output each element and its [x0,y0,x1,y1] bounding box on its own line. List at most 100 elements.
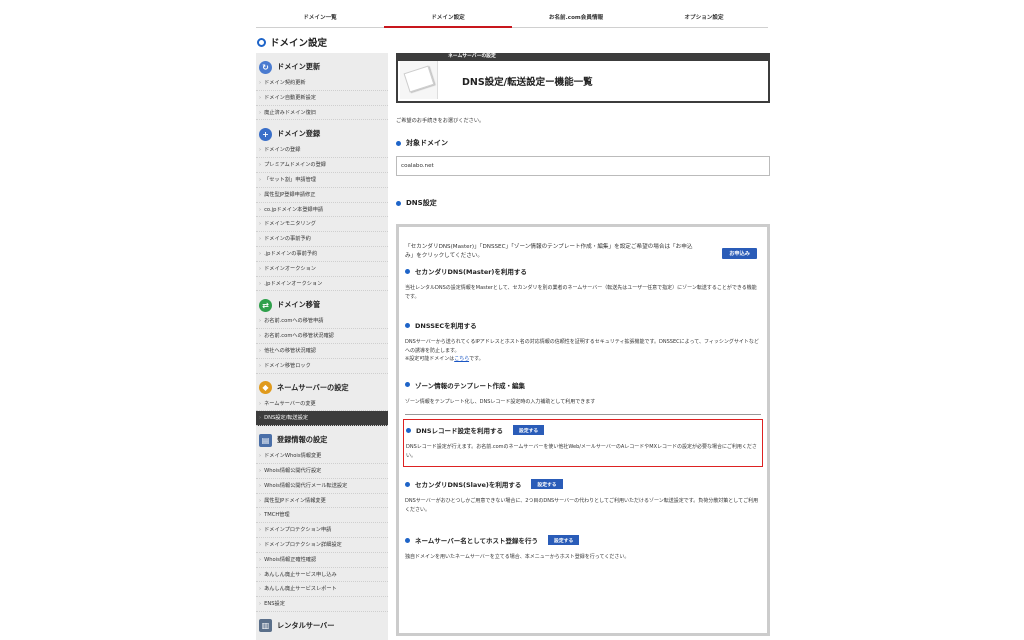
sidebar-heading-registration-info: ▤ 登録情報の設定 [256,426,388,448]
sidebar-item[interactable]: ドメインの登録 [256,143,388,159]
refresh-icon: ↻ [259,60,272,74]
sidebar-item[interactable]: 他社への移管状況確認 [256,344,388,359]
page-title-text: ドメイン設定 [270,38,328,49]
option-description: DNSサーバーから送られてくるIPアドレスとホスト名の対応情報の信頼性を証明する… [405,339,759,354]
transfer-icon: ⇄ [259,298,272,312]
dnssec-domains-link[interactable]: こちら [454,356,469,362]
option-description: ゾーン情報をテンプレート化し、DNSレコード設定時の入力補助として利用できます [405,398,596,405]
plus-icon: + [259,127,272,141]
document-icon [403,65,435,93]
option-description: DNSサーバーがおひとつしかご用意できない場合に、2つ目のDNSサーバーの代わり… [405,498,759,513]
bullet-icon [405,268,410,274]
sidebar-item[interactable]: ドメイン自動更新設定 [256,91,388,106]
sidebar-item[interactable]: Whois情報公開代行設定 [256,464,388,479]
sidebar-item[interactable]: お名前.comへの移管申請 [256,314,388,330]
sidebar-item[interactable]: TMCH管理 [256,508,388,524]
option-description: DNSレコード設定が行えます。お名前.comのネームサーバーを使い他社Web/メ… [406,444,757,459]
sidebar-item[interactable]: ドメインプロテクション詳細設定 [256,538,388,553]
header-title: DNS設定/転送設定ー機能一覧 [462,77,593,88]
dns-record-set-button[interactable]: 設定する [513,425,545,435]
sidebar-item[interactable]: ネームサーバーの変更 [256,397,388,412]
option-host-registration: ネームサーバー名としてホスト登録を行う 設定する 独自ドメインを用いたネームサーバ… [405,535,761,562]
sidebar-item[interactable]: .jpドメインの事前予約 [256,247,388,262]
sidebar-item[interactable]: co.jpドメイン本登録申請 [256,203,388,218]
option-description: 独自ドメインを用いたネームサーバーを立てる場合、本メニューからホスト登録を行って… [405,554,630,560]
sidebar-item[interactable]: 属性型JP登録申請修正 [256,188,388,203]
dns-section-label: DNS設定 [396,198,770,208]
option-zone-template: ゾーン情報のテンプレート作成・編集 ゾーン情報をテンプレート化し、DNSレコード… [405,380,761,415]
sidebar-heading-label: ドメイン移管 [277,300,321,310]
option-dns-record: DNSレコード設定を利用する 設定する DNSレコード設定が行えます。お名前.co… [403,419,763,467]
sidebar-heading-label: 登録情報の設定 [277,435,328,445]
target-domain-label: 対象ドメイン [396,138,770,148]
sidebar-item[interactable]: Whois情報正確性確認 [256,553,388,568]
option-master: セカンダリDNS(Master)を利用する 当社レンタルDNSの設定情報をMas… [405,266,761,301]
slave-set-button[interactable]: 設定する [531,479,563,489]
sidebar-heading-label: ネームサーバーの設定 [277,382,349,392]
apply-button[interactable]: お申込み [722,248,757,259]
page-title: ドメイン設定 [257,35,327,49]
sidebar-item[interactable]: ドメインプロテクション申請 [256,523,388,538]
header-subtitle: ネームサーバーの設定 [448,54,496,59]
header-illustration [400,61,438,99]
target-domain-label-text: 対象ドメイン [406,139,448,147]
sidebar-item[interactable]: ドメイン移管ロック [256,359,388,374]
option-dnssec: DNSSECを利用する DNSサーバーから送られてくるIPアドレスとホスト名の対… [405,320,761,364]
option-title: ゾーン情報のテンプレート作成・編集 [415,381,525,390]
sidebar-item[interactable]: プレミアムドメインの登録 [256,158,388,173]
sidebar-item[interactable]: 属性型JPドメイン情報変更 [256,494,388,509]
dnssec-note: ※設定可能ドメインは [405,356,455,362]
sidebar-item[interactable]: ドメインの事前予約 [256,232,388,247]
sidebar-heading-label: ドメイン登録 [277,129,321,139]
option-title: セカンダリDNS(Slave)を利用する [415,481,522,489]
bullet-icon [405,382,410,387]
sidebar-item[interactable]: 廃止済みドメイン復旧 [256,106,388,121]
sidebar: ↻ ドメイン更新 ドメイン契約更新 ドメイン自動更新設定 廃止済みドメイン復旧 … [256,53,388,640]
dns-section-label-text: DNS設定 [406,199,437,207]
tab-member-info[interactable]: お名前.com会員情報 [512,8,640,28]
sidebar-item[interactable]: ENS設定 [256,597,388,612]
top-tabs: ドメイン一覧 ドメイン設定 お名前.com会員情報 オプション設定 [256,8,768,28]
sidebar-heading-transfer: ⇄ ドメイン移管 [256,291,388,313]
sidebar-item[interactable]: ドメインオークション [256,262,388,277]
sidebar-item[interactable]: ドメインモニタリング [256,217,388,233]
option-title: セカンダリDNS(Master)を利用する [415,268,527,276]
bullet-icon [405,537,410,543]
sidebar-heading-label: レンタルサーバー [277,620,335,630]
option-title: DNSSECを利用する [415,322,477,330]
sidebar-item[interactable]: ドメインWhois情報変更 [256,449,388,464]
sidebar-heading-rental-server: ▥ レンタルサーバー [256,612,388,634]
sidebar-item[interactable]: ドメイン契約更新 [256,76,388,91]
sidebar-item-dns-settings[interactable]: DNS設定/転送設定 [256,411,388,427]
bullet-icon [396,140,401,146]
sidebar-item[interactable]: お名前.comへの移管状況確認 [256,329,388,344]
nameserver-icon: ◆ [259,381,272,395]
tab-domain-list[interactable]: ドメイン一覧 [256,8,384,28]
bullet-icon [396,200,401,206]
lead-text: ご希望のお手続きをお選びください。 [396,118,485,124]
sidebar-item[interactable]: .jpドメインオークション [256,277,388,292]
option-title: ネームサーバー名としてホスト登録を行う [415,537,539,545]
sidebar-item[interactable]: Whois情報公開代行メール転送設定 [256,479,388,494]
sidebar-item[interactable]: あんしん廃止サービス申し込み [256,568,388,583]
dnssec-note-suffix: です。 [469,356,484,362]
target-domain-value: coalabo.net [396,156,770,176]
sidebar-heading-registration: + ドメイン登録 [256,120,388,142]
sidebar-item[interactable]: 「セット割」申請管理 [256,173,388,188]
tab-option-settings[interactable]: オプション設定 [640,8,768,28]
option-title: DNSレコード設定を利用する [416,427,504,435]
bullet-icon [405,322,410,328]
server-icon: ▥ [259,619,272,633]
sidebar-heading-label: ドメイン更新 [277,62,321,71]
bullet-icon [405,481,410,487]
dns-options-box: 「セカンダリDNS(Master)」「DNSSEC」「ゾーン情報のテンプレート作… [396,224,770,636]
bullet-icon [406,427,411,433]
host-set-button[interactable]: 設定する [548,535,580,545]
function-header: ネームサーバーの設定 DNS設定/転送設定ー機能一覧 [396,53,770,103]
sidebar-item[interactable]: あんしん廃止サービスレポート [256,582,388,598]
option-slave: セカンダリDNS(Slave)を利用する 設定する DNSサーバーがおひとつしかご… [405,479,761,514]
registration-icon: ▤ [259,433,272,447]
main-content: ネームサーバーの設定 DNS設定/転送設定ー機能一覧 ご希望のお手続きをお選びく… [396,53,770,636]
sidebar-heading-renewal: ↻ ドメイン更新 [256,53,388,75]
tab-domain-settings[interactable]: ドメイン設定 [384,8,512,28]
